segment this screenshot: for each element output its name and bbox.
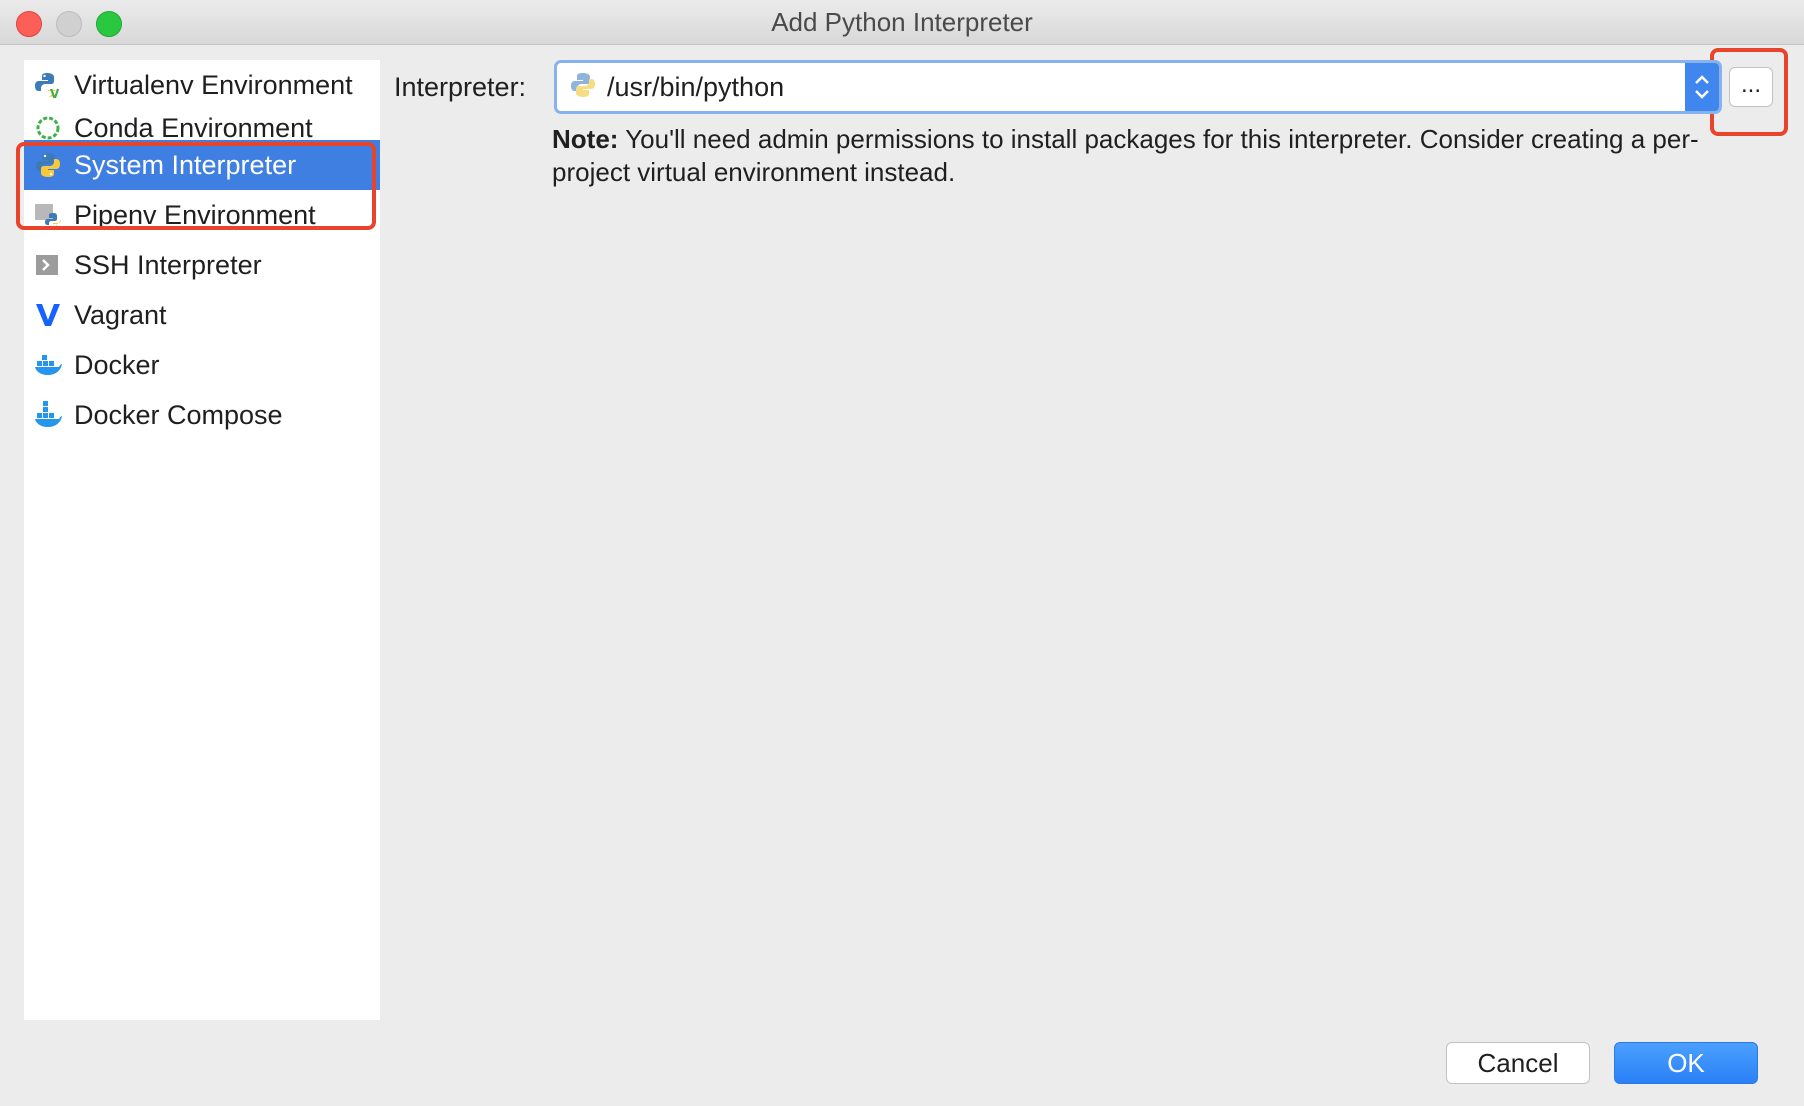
ok-button[interactable]: OK	[1614, 1042, 1758, 1084]
python-icon	[569, 71, 597, 104]
conda-icon	[34, 114, 62, 142]
browse-interpreter-button[interactable]: ...	[1729, 67, 1773, 107]
interpreter-type-list: V Virtualenv Environment Conda Environme…	[24, 60, 380, 1020]
docker-icon	[34, 351, 62, 379]
python-icon	[34, 151, 62, 179]
interpreter-select[interactable]: /usr/bin/python	[554, 60, 1722, 114]
sidebar-item-ssh[interactable]: SSH Interpreter	[24, 240, 380, 290]
docker-compose-icon	[34, 401, 62, 429]
sidebar-item-system-interpreter[interactable]: System Interpreter	[24, 140, 380, 190]
admin-permissions-note: Note: You'll need admin permissions to i…	[552, 123, 1752, 189]
chevron-up-down-icon	[1695, 75, 1709, 99]
add-python-interpreter-dialog: Add Python Interpreter V Virtualenv Envi…	[0, 0, 1804, 1106]
window-title: Add Python Interpreter	[771, 7, 1033, 37]
ssh-terminal-icon	[34, 251, 62, 279]
vagrant-icon	[34, 301, 62, 329]
svg-text:V: V	[50, 87, 60, 99]
dropdown-arrow-button[interactable]	[1685, 63, 1719, 111]
interpreter-path: /usr/bin/python	[607, 71, 785, 102]
sidebar-item-pipenv[interactable]: Pipenv Environment	[24, 190, 380, 240]
sidebar-item-docker[interactable]: Docker	[24, 340, 380, 390]
cancel-button[interactable]: Cancel	[1446, 1042, 1590, 1084]
interpreter-label: Interpreter:	[394, 72, 527, 102]
pipenv-icon	[34, 201, 62, 229]
sidebar-item-docker-compose[interactable]: Docker Compose	[24, 390, 380, 440]
sidebar-item-vagrant[interactable]: Vagrant	[24, 290, 380, 340]
note-text: You'll need admin permissions to install…	[552, 124, 1699, 187]
virtualenv-icon: V	[34, 71, 62, 101]
note-heading: Note:	[552, 124, 619, 154]
title-bar: Add Python Interpreter	[0, 0, 1804, 45]
